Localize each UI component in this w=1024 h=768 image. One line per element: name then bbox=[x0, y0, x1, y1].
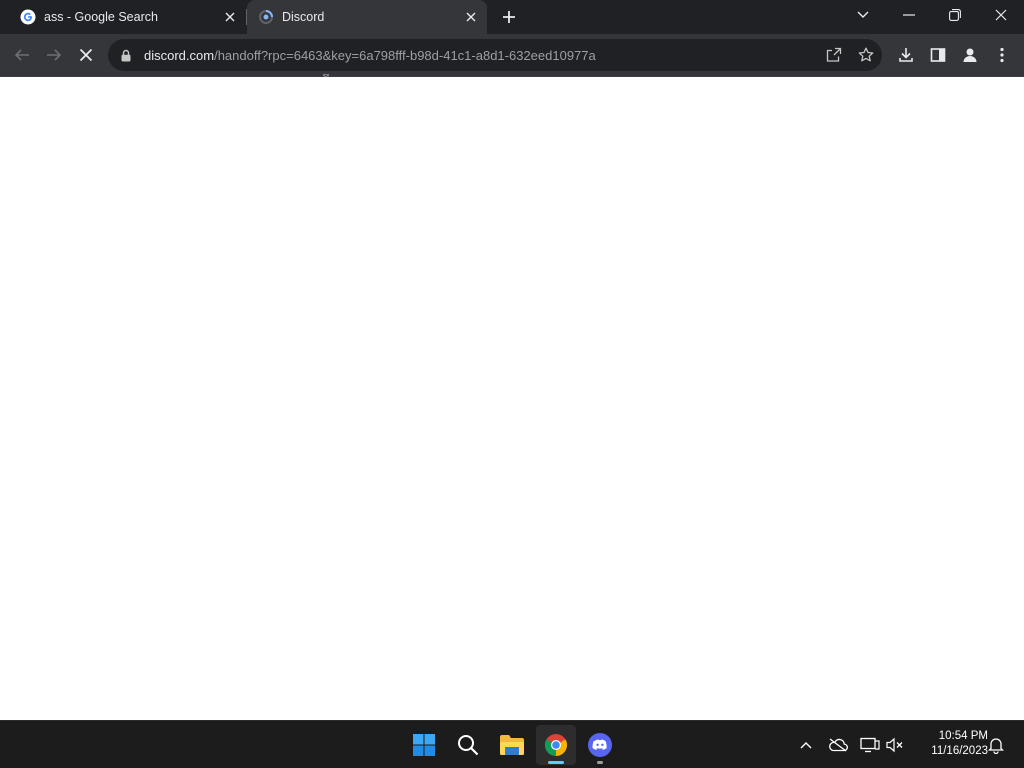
windows-taskbar: 10:54 PM 11/16/2023 bbox=[0, 720, 1024, 768]
share-icon[interactable] bbox=[818, 39, 850, 71]
network-icon[interactable] bbox=[858, 733, 882, 757]
menu-button[interactable] bbox=[986, 39, 1018, 71]
page-content bbox=[0, 77, 1024, 720]
clock-date: 11/16/2023 bbox=[931, 745, 988, 757]
download-button[interactable] bbox=[890, 39, 922, 71]
profile-icon bbox=[963, 48, 977, 62]
profile-button[interactable] bbox=[954, 39, 986, 71]
stop-loading-icon bbox=[79, 48, 93, 62]
close-window-button[interactable] bbox=[978, 0, 1024, 30]
tab-title: Discord bbox=[282, 10, 325, 24]
tab-close-icon[interactable] bbox=[220, 7, 240, 27]
restore-button[interactable] bbox=[932, 0, 978, 30]
side-panel-icon bbox=[930, 48, 946, 62]
windows-start-button[interactable] bbox=[404, 725, 444, 765]
show-hidden-icons-chevron[interactable] bbox=[794, 733, 818, 757]
tab-close-icon[interactable] bbox=[461, 7, 481, 27]
minimize-button[interactable] bbox=[886, 0, 932, 30]
url-text[interactable]: discord.com/handoff?rpc=6463&key=6a798ff… bbox=[144, 48, 882, 63]
side-panel-button[interactable] bbox=[922, 39, 954, 71]
search-icon bbox=[458, 735, 479, 756]
active-app-indicator bbox=[548, 761, 564, 764]
restore-icon bbox=[949, 9, 961, 21]
file-explorer-icon bbox=[500, 735, 524, 755]
tab-google-search[interactable]: ass - Google Search bbox=[0, 0, 246, 34]
chrome-icon bbox=[545, 734, 567, 756]
tab-discord[interactable]: Discord bbox=[247, 0, 487, 34]
taskbar-search-button[interactable] bbox=[448, 725, 488, 765]
windows-start-icon bbox=[413, 734, 435, 756]
url-host: discord.com bbox=[144, 47, 215, 63]
new-tab-button[interactable] bbox=[497, 5, 521, 29]
notifications-bell-icon[interactable] bbox=[984, 733, 1008, 757]
url-path: /handoff?rpc=6463&key=6a798fff-b98d-41c1… bbox=[214, 47, 596, 63]
discord-taskbar-button[interactable] bbox=[580, 725, 620, 765]
menu-dots-icon bbox=[1000, 47, 1004, 63]
bookmark-star-icon[interactable] bbox=[850, 39, 882, 71]
back-button[interactable] bbox=[6, 39, 38, 71]
onedrive-icon[interactable] bbox=[826, 733, 850, 757]
tab-search-button[interactable] bbox=[840, 0, 886, 30]
back-arrow-icon bbox=[14, 49, 29, 61]
discord-icon bbox=[588, 733, 612, 757]
running-app-indicator bbox=[597, 761, 603, 764]
loading-spinner-icon bbox=[258, 9, 274, 25]
browser-toolbar: discord.com/handoff?rpc=6463&key=6a798ff… bbox=[0, 34, 1024, 92]
tab-title: ass - Google Search bbox=[44, 10, 158, 24]
forward-arrow-icon bbox=[47, 49, 62, 61]
forward-button[interactable] bbox=[38, 39, 70, 71]
chrome-taskbar-button[interactable] bbox=[536, 725, 576, 765]
tab-strip: ass - Google Search Discord bbox=[0, 0, 1024, 34]
google-g-icon bbox=[20, 9, 36, 25]
minimize-icon bbox=[903, 14, 915, 16]
close-window-icon bbox=[995, 9, 1007, 21]
lock-icon[interactable] bbox=[120, 48, 132, 62]
tab-search-icon bbox=[857, 11, 869, 18]
stop-loading-button[interactable] bbox=[70, 39, 102, 71]
volume-muted-icon[interactable] bbox=[884, 733, 908, 757]
address-bar[interactable]: discord.com/handoff?rpc=6463&key=6a798ff… bbox=[108, 39, 882, 71]
taskbar-clock[interactable]: 10:54 PM 11/16/2023 bbox=[912, 729, 988, 759]
download-icon bbox=[899, 48, 913, 62]
plus-icon bbox=[503, 11, 515, 23]
file-explorer-button[interactable] bbox=[492, 725, 532, 765]
clock-time: 10:54 PM bbox=[938, 730, 988, 742]
